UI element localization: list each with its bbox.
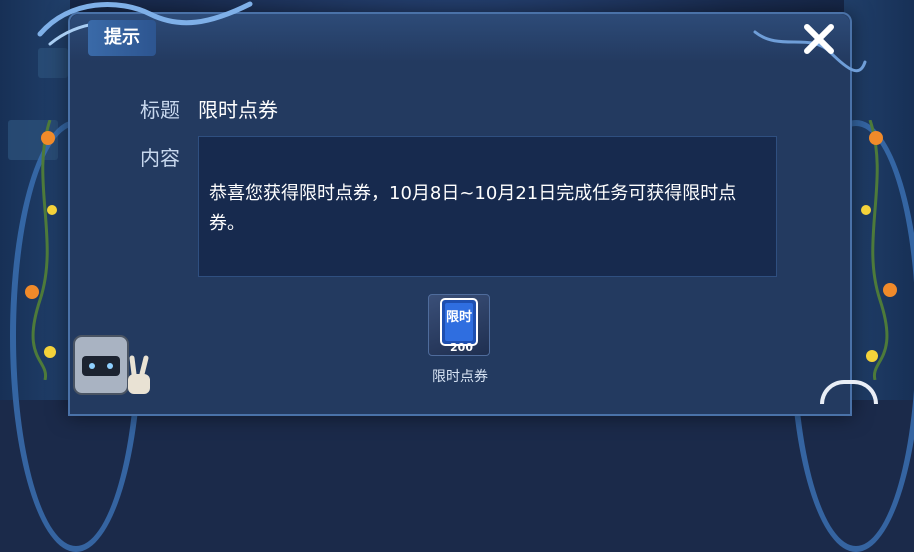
flower-vine-left-icon bbox=[25, 120, 57, 380]
coupon-icon-text: 限时 bbox=[446, 309, 472, 325]
content-box: 恭喜您获得限时点券，10月8日~10月21日完成任务可获得限时点券。 bbox=[198, 136, 777, 277]
close-icon bbox=[804, 24, 834, 54]
title-field-value: 限时点券 bbox=[198, 98, 278, 122]
reward-amount: 200 bbox=[450, 341, 473, 354]
coupon-icon: 限时 200 bbox=[440, 298, 478, 354]
flower-vine-right-icon bbox=[861, 120, 897, 380]
close-button[interactable] bbox=[798, 18, 840, 60]
content-field-label: 内容 bbox=[140, 146, 180, 170]
reward-label: 限时点券 bbox=[432, 369, 488, 385]
robot-mascot-icon bbox=[73, 335, 150, 395]
content-text: 恭喜您获得限时点券，10月8日~10月21日完成任务可获得限时点券。 bbox=[209, 183, 737, 234]
reward-item[interactable]: 限时 200 bbox=[428, 294, 490, 356]
dialog-title: 提示 bbox=[88, 20, 156, 56]
notice-dialog: 提示 标题 限时点券 内容 恭喜您获得限时点券，10月8日~10月21日完成任务… bbox=[37, 1, 867, 416]
title-field-label: 标题 bbox=[140, 98, 180, 122]
